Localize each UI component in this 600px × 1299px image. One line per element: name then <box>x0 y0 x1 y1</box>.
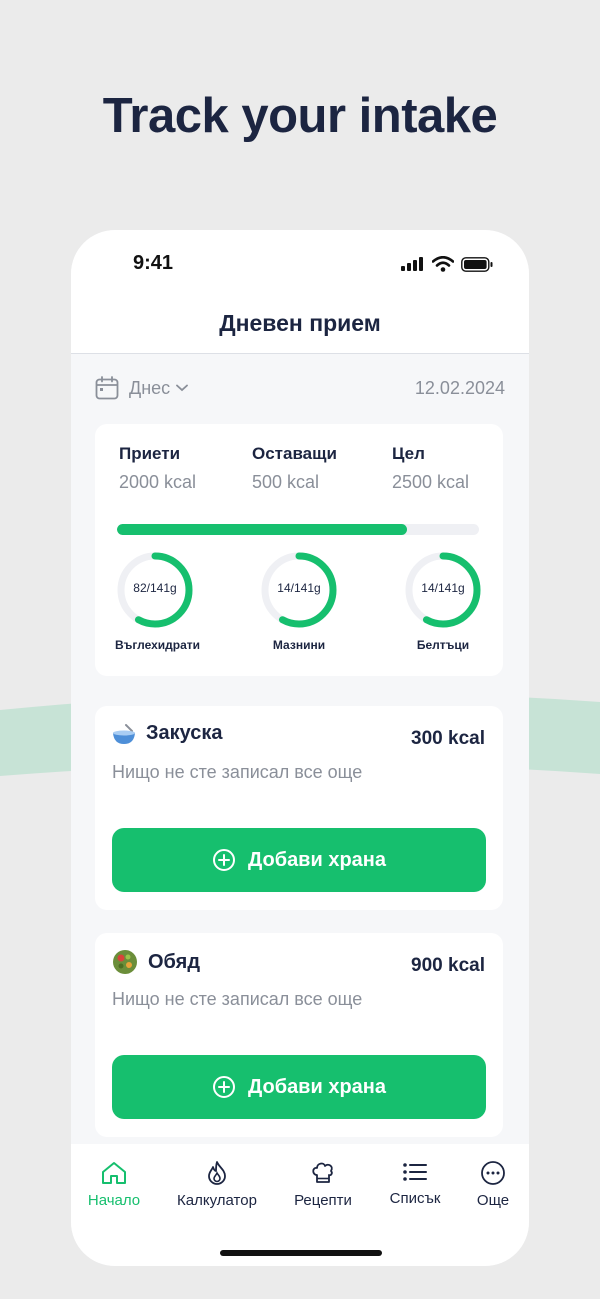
macro-carbs-label: Въглехидрати <box>115 638 201 652</box>
macro-carbs-value: 82/141g <box>133 581 177 595</box>
tab-more[interactable]: Още <box>471 1160 515 1209</box>
stat-remaining-label: Оставащи <box>252 444 337 463</box>
tab-list[interactable]: Списък <box>385 1160 445 1207</box>
add-food-button[interactable]: Добави храна <box>112 1055 486 1119</box>
stat-goal-value: 2500 kcal <box>392 472 470 492</box>
home-icon <box>102 1162 126 1184</box>
meal-kcal: 300 kcal <box>411 728 485 749</box>
date-selector[interactable]: Днес <box>95 376 189 400</box>
tab-more-label: Още <box>476 1192 510 1209</box>
meal-header: Обяд <box>112 949 200 975</box>
chef-hat-icon <box>312 1162 333 1183</box>
macro-protein-value: 14/141g <box>421 581 465 595</box>
stat-eaten: Приети 2000 kcal <box>119 444 196 493</box>
add-food-button[interactable]: Добави храна <box>112 828 486 892</box>
calorie-progress-bar <box>117 524 479 535</box>
wifi-icon <box>432 256 454 272</box>
more-icon <box>481 1161 505 1185</box>
tab-home[interactable]: Начало <box>85 1160 143 1209</box>
tab-calculator-label: Калкулатор <box>177 1192 257 1209</box>
bowl-icon <box>113 723 135 744</box>
stat-goal-label: Цел <box>392 444 425 463</box>
macro-ring-protein: 14/141g Белтъци <box>403 550 483 652</box>
list-icon <box>403 1163 427 1181</box>
plus-circle-icon <box>213 1076 235 1098</box>
tab-recipes-label: Рецепти <box>294 1192 352 1209</box>
phone-frame: 9:41 Дневен прием Днес 12.02.2024 Приети… <box>71 230 529 1266</box>
signal-icon <box>401 257 423 271</box>
meal-name: Обяд <box>148 950 201 973</box>
salad-icon <box>113 950 137 974</box>
tab-list-label: Списък <box>389 1190 441 1207</box>
tab-home-label: Начало <box>87 1192 141 1209</box>
meal-empty-text: Нищо не сте записал все още <box>112 762 363 782</box>
macro-fats-label: Мазнини <box>272 638 326 652</box>
macro-protein-label: Белтъци <box>416 638 470 652</box>
meal-header: Закуска <box>112 722 223 745</box>
date-label: Днес <box>129 377 171 398</box>
macro-ring-fats: 14/141g Мазнини <box>259 550 339 652</box>
meal-name: Закуска <box>146 722 223 744</box>
plus-circle-icon <box>213 849 235 871</box>
stat-eaten-label: Приети <box>119 444 181 463</box>
meal-card-breakfast: Закуска 300 kcal Нищо не сте записал все… <box>95 706 503 910</box>
screen-title: Дневен прием <box>219 310 381 336</box>
date-row: Днес 12.02.2024 <box>95 376 505 404</box>
status-icons <box>401 256 493 272</box>
meal-empty-text: Нищо не сте записал все още <box>112 989 363 1009</box>
flame-icon <box>208 1161 226 1185</box>
stat-eaten-value: 2000 kcal <box>119 472 197 492</box>
calorie-summary-card: Приети 2000 kcal Оставащи 500 kcal Цел 2… <box>95 424 503 676</box>
add-food-label: Добави храна <box>248 848 386 871</box>
marketing-headline: Track your intake <box>102 89 498 143</box>
home-indicator <box>220 1250 382 1256</box>
macro-ring-carbs: 82/141g Въглехидрати <box>115 550 201 652</box>
battery-icon <box>461 256 493 272</box>
tab-calculator[interactable]: Калкулатор <box>171 1160 263 1209</box>
calorie-progress-fill <box>117 524 407 535</box>
bottom-tab-bar: Начало Калкулатор Рецепти Списък Още <box>71 1144 529 1266</box>
date-value: 12.02.2024 <box>414 378 505 398</box>
chevron-down-icon <box>176 384 189 392</box>
add-food-label: Добави храна <box>248 1075 386 1098</box>
meal-card-lunch: Обяд 900 kcal Нищо не сте записал все ощ… <box>95 933 503 1137</box>
meal-kcal: 900 kcal <box>411 955 485 976</box>
stat-remaining: Оставащи 500 kcal <box>252 444 337 493</box>
stat-remaining-value: 500 kcal <box>252 472 320 492</box>
status-time: 9:41 <box>133 252 174 274</box>
top-bar: 9:41 Дневен прием <box>71 230 529 354</box>
macro-fats-value: 14/141g <box>277 581 321 595</box>
tab-recipes[interactable]: Рецепти <box>287 1160 359 1209</box>
stat-goal: Цел 2500 kcal <box>392 444 469 493</box>
calendar-icon <box>95 376 119 400</box>
